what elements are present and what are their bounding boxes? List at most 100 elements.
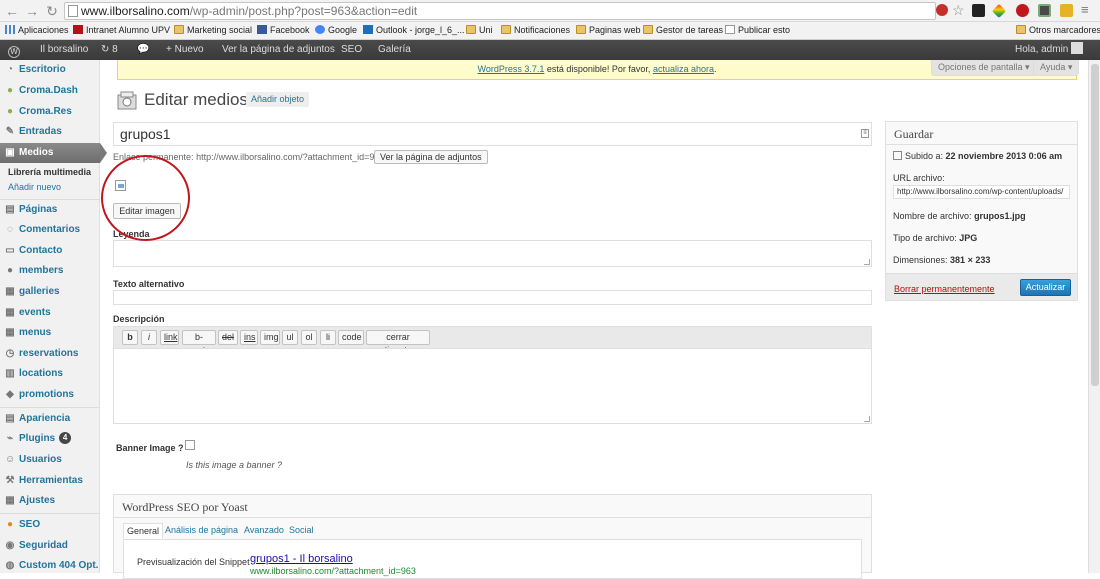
help-button[interactable]: Ayuda ▾ <box>1033 60 1080 76</box>
menu-members[interactable]: ● members <box>0 261 100 281</box>
caption-textarea[interactable] <box>113 240 872 267</box>
updates-link[interactable]: ↻ 8 <box>101 40 118 60</box>
menu-croma-dash[interactable]: ● Croma.Dash <box>0 81 100 101</box>
menu-events[interactable]: ▦ events <box>0 303 100 323</box>
wp-version-link[interactable]: WordPress 3.7.1 <box>478 64 545 74</box>
menu-contacto[interactable]: ▭ Contacto <box>0 241 100 261</box>
qt-bold-button[interactable]: b <box>122 330 138 345</box>
resize-grip-icon[interactable] <box>864 259 870 265</box>
extension-icon[interactable] <box>972 4 985 17</box>
menu-croma-res[interactable]: ● Croma.Res <box>0 102 100 122</box>
reload-icon[interactable]: ↻ <box>44 3 60 19</box>
menu-menus[interactable]: ▦ menus <box>0 323 100 343</box>
qt-link-button[interactable]: link <box>160 330 179 345</box>
menu-ajustes[interactable]: ▦ Ajustes <box>0 491 100 511</box>
tab-avanzado[interactable]: Avanzado <box>244 523 284 537</box>
bookmark-uni[interactable]: Uni <box>466 25 493 36</box>
menu-locations[interactable]: ▥ locations <box>0 364 100 384</box>
menu-entradas[interactable]: ✎ Entradas <box>0 122 100 142</box>
qt-close-tags-button[interactable]: cerrar etiquetas <box>366 330 430 355</box>
view-attachment-button[interactable]: Ver la página de adjuntos <box>374 150 488 164</box>
menu-herramientas[interactable]: ⚒ Herramientas <box>0 471 100 491</box>
qt-del-button[interactable]: del <box>218 330 238 345</box>
menu-apariencia[interactable]: ▤ Apariencia <box>0 409 100 429</box>
opera-icon[interactable] <box>1016 4 1029 17</box>
new-content-link[interactable]: + Nuevo <box>166 40 204 60</box>
banner-image-checkbox[interactable] <box>185 440 195 450</box>
update-now-link[interactable]: actualiza ahora <box>653 64 714 74</box>
menu-galleries[interactable]: ▦ galleries <box>0 282 100 302</box>
security-icon: ◉ <box>5 540 15 551</box>
menu-escritorio[interactable]: ◔ Escritorio <box>0 60 100 80</box>
menu-medios[interactable]: ▣ Medios <box>0 143 107 163</box>
description-textarea[interactable] <box>113 348 872 424</box>
menu-paginas[interactable]: ▤ Páginas <box>0 200 100 220</box>
address-bar[interactable]: www.ilborsalino.com/wp-admin/post.php?po… <box>64 2 936 20</box>
menu-seguridad[interactable]: ◉ Seguridad <box>0 536 100 556</box>
scrollbar-thumb[interactable] <box>1091 64 1099 386</box>
qt-img-button[interactable]: img <box>260 330 280 345</box>
resize-grip-icon[interactable] <box>864 416 870 422</box>
site-name-link[interactable]: Il borsalino <box>40 40 88 60</box>
snippet-url: www.ilborsalino.com/?attachment_id=963 <box>250 566 416 576</box>
qt-li-button[interactable]: li <box>320 330 336 345</box>
title-input[interactable]: grupos1 <box>113 122 872 146</box>
qt-code-button[interactable]: code <box>338 330 364 345</box>
bookmark-publicar[interactable]: Publicar esto <box>725 25 790 36</box>
account-menu[interactable]: Hola, admin <box>1015 40 1084 60</box>
wp-admin-bar: W Il borsalino ↻ 8 💬 + Nuevo Ver la pági… <box>0 40 1100 60</box>
update-button[interactable]: Actualizar <box>1020 279 1071 296</box>
menu-seo[interactable]: ● SEO <box>0 515 100 535</box>
bookmark-outlook[interactable]: Outlook - jorge_l_6_... <box>363 25 465 36</box>
menu-promotions[interactable]: ◆ promotions <box>0 385 100 405</box>
submenu-libreria[interactable]: Librería multimedia <box>8 167 91 177</box>
snippet-title-link[interactable]: grupos1 - Il borsalino <box>250 553 353 566</box>
bookmark-paginas-web[interactable]: Paginas web <box>576 25 641 36</box>
delete-permanently-link[interactable]: Borrar permanentemente <box>894 284 995 295</box>
tab-social[interactable]: Social <box>289 523 314 537</box>
adblock-icon[interactable] <box>936 4 948 16</box>
add-object-button[interactable]: Añadir objeto <box>246 92 310 107</box>
menu-icon[interactable]: ≡ <box>1081 3 1089 17</box>
alt-text-input[interactable] <box>113 290 872 305</box>
page-scrollbar[interactable] <box>1088 60 1100 573</box>
bookmark-notificaciones[interactable]: Notificaciones <box>501 25 570 36</box>
bookmark-apps[interactable]: Aplicaciones <box>5 25 69 36</box>
bookmark-gestor[interactable]: Gestor de tareas <box>643 25 723 36</box>
bookmark-facebook[interactable]: Facebook <box>257 25 310 36</box>
screenshot-icon[interactable] <box>1038 4 1051 17</box>
screen-options-button[interactable]: Opciones de pantalla ▾ <box>931 60 1037 76</box>
menu-comentarios[interactable]: ◌ Comentarios <box>0 220 100 240</box>
file-type: Tipo de archivo: JPG <box>893 233 978 243</box>
menu-reservations[interactable]: ◷ reservations <box>0 344 100 364</box>
colorful-extension-icon[interactable] <box>991 3 1007 19</box>
google-icon <box>315 25 325 34</box>
seo-menu-link[interactable]: SEO <box>341 40 362 60</box>
tab-analisis[interactable]: Análisis de página <box>165 523 238 537</box>
menu-usuarios[interactable]: ☺ Usuarios <box>0 450 100 470</box>
qt-ol-button[interactable]: ol <box>301 330 317 345</box>
file-url-field[interactable]: http://www.ilborsalino.com/wp-content/up… <box>893 185 1070 199</box>
view-attachment-link[interactable]: Ver la página de adjuntos <box>222 40 335 60</box>
qt-italic-button[interactable]: i <box>141 330 157 345</box>
tab-general[interactable]: General <box>123 523 164 539</box>
submenu-anadir-nuevo[interactable]: Añadir nuevo <box>8 182 61 192</box>
bookmark-google[interactable]: Google <box>315 25 357 36</box>
wordpress-logo-icon[interactable]: W <box>8 40 22 60</box>
quicktags-toolbar: b i link b-quote del ins img ul ol li co… <box>113 326 872 355</box>
bookmark-otros[interactable]: Otros marcadores <box>1016 25 1100 36</box>
expand-icon[interactable]: ≡ <box>861 129 869 138</box>
gallery-menu-link[interactable]: Galería <box>378 40 411 60</box>
forward-icon[interactable]: → <box>24 3 40 19</box>
comments-bubble-icon[interactable]: 💬 <box>137 40 149 60</box>
menu-custom-404[interactable]: ◍ Custom 404 Opt. <box>0 556 100 576</box>
bookmark-marketing[interactable]: Marketing social <box>174 25 252 36</box>
star-icon[interactable]: ☆ <box>952 2 965 18</box>
qt-ul-button[interactable]: ul <box>282 330 298 345</box>
notes-icon[interactable] <box>1060 4 1073 17</box>
back-icon[interactable]: ← <box>4 3 20 19</box>
bookmark-upv[interactable]: Intranet Alumno UPV <box>73 25 170 36</box>
menu-plugins[interactable]: ⌁ Plugins 4 <box>0 429 100 449</box>
qt-bquote-button[interactable]: b-quote <box>182 330 216 355</box>
qt-ins-button[interactable]: ins <box>240 330 258 345</box>
